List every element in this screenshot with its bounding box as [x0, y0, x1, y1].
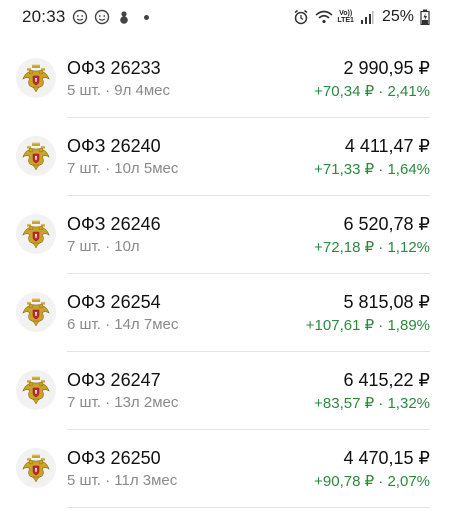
position-change: +90,78 ₽ · 2,07% [314, 473, 430, 490]
bond-quantity-maturity: 6 шт. · 14л 7мес [67, 316, 179, 333]
bond-quantity-maturity: 5 шт. · 9л 4мес [67, 82, 171, 99]
position-value: 4 470,15 ₽ [343, 448, 430, 468]
russian-coat-of-arms-icon [16, 448, 56, 488]
bond-name: ОФЗ 26254 [67, 292, 161, 312]
position-value: 2 990,95 ₽ [343, 58, 430, 78]
position-change: +83,57 ₽ · 1,32% [314, 395, 430, 412]
status-bar: 20:33 Vo)) LTE1 25% [0, 0, 450, 34]
position-change: +72,18 ₽ · 1,12% [314, 239, 430, 256]
lte-label: LTE1 [337, 17, 354, 24]
russian-coat-of-arms-icon [16, 136, 56, 176]
bond-quantity-maturity: 7 шт. · 13л 2мес [67, 394, 179, 411]
holding-row[interactable]: ОФЗ 26240 7 шт. · 10л 5мес 4 411,47 ₽ +7… [0, 118, 450, 196]
russian-coat-of-arms-icon [16, 292, 56, 332]
position-change: +107,61 ₽ · 1,89% [305, 317, 430, 334]
position-change: +70,34 ₽ · 2,41% [314, 83, 430, 100]
bond-quantity-maturity: 7 шт. · 10л 5мес [67, 160, 179, 177]
holding-row[interactable]: ОФЗ 26250 5 шт. · 11л 3мес 4 470,15 ₽ +9… [0, 430, 450, 508]
face-notification-icon [72, 9, 88, 25]
holding-row[interactable]: ОФЗ 26233 5 шт. · 9л 4мес 2 990,95 ₽ +70… [0, 40, 450, 118]
wifi-icon [315, 9, 333, 25]
status-time: 20:33 [22, 7, 66, 26]
bond-name: ОФЗ 26247 [67, 370, 161, 390]
status-bar-right: Vo)) LTE1 25% [293, 8, 436, 26]
holdings-list: ОФЗ 26233 5 шт. · 9л 4мес 2 990,95 ₽ +70… [0, 40, 450, 508]
snowman-notification-icon [116, 9, 132, 25]
row-divider [67, 507, 430, 508]
position-change: +71,33 ₽ · 1,64% [314, 161, 430, 178]
bond-name: ОФЗ 26250 [67, 448, 161, 468]
volte-label: Vo)) [339, 10, 353, 17]
face-notification-icon [94, 9, 110, 25]
more-notifications-dot-icon [143, 14, 149, 20]
battery-percentage: 25% [381, 8, 414, 25]
position-value: 4 411,47 ₽ [344, 136, 430, 156]
bond-quantity-maturity: 7 шт. · 10л [67, 238, 140, 255]
bond-quantity-maturity: 5 шт. · 11л 3мес [67, 472, 178, 489]
bond-name: ОФЗ 26240 [67, 136, 161, 156]
holding-row[interactable]: ОФЗ 26254 6 шт. · 14л 7мес 5 815,08 ₽ +1… [0, 274, 450, 352]
bond-name: ОФЗ 26246 [67, 214, 161, 234]
volte-indicator: Vo)) LTE1 [337, 10, 354, 24]
russian-coat-of-arms-icon [16, 370, 56, 410]
holding-row[interactable]: ОФЗ 26247 7 шт. · 13л 2мес 6 415,22 ₽ +8… [0, 352, 450, 430]
position-value: 5 815,08 ₽ [343, 292, 430, 312]
alarm-icon [293, 9, 309, 25]
status-bar-left: 20:33 [22, 7, 149, 27]
signal-strength-icon [360, 9, 376, 25]
russian-coat-of-arms-icon [16, 214, 56, 254]
battery-charging-icon [420, 9, 436, 26]
russian-coat-of-arms-icon [16, 58, 56, 98]
position-value: 6 520,78 ₽ [343, 214, 430, 234]
bond-name: ОФЗ 26233 [67, 58, 161, 78]
position-value: 6 415,22 ₽ [343, 370, 430, 390]
holding-row[interactable]: ОФЗ 26246 7 шт. · 10л 6 520,78 ₽ +72,18 … [0, 196, 450, 274]
